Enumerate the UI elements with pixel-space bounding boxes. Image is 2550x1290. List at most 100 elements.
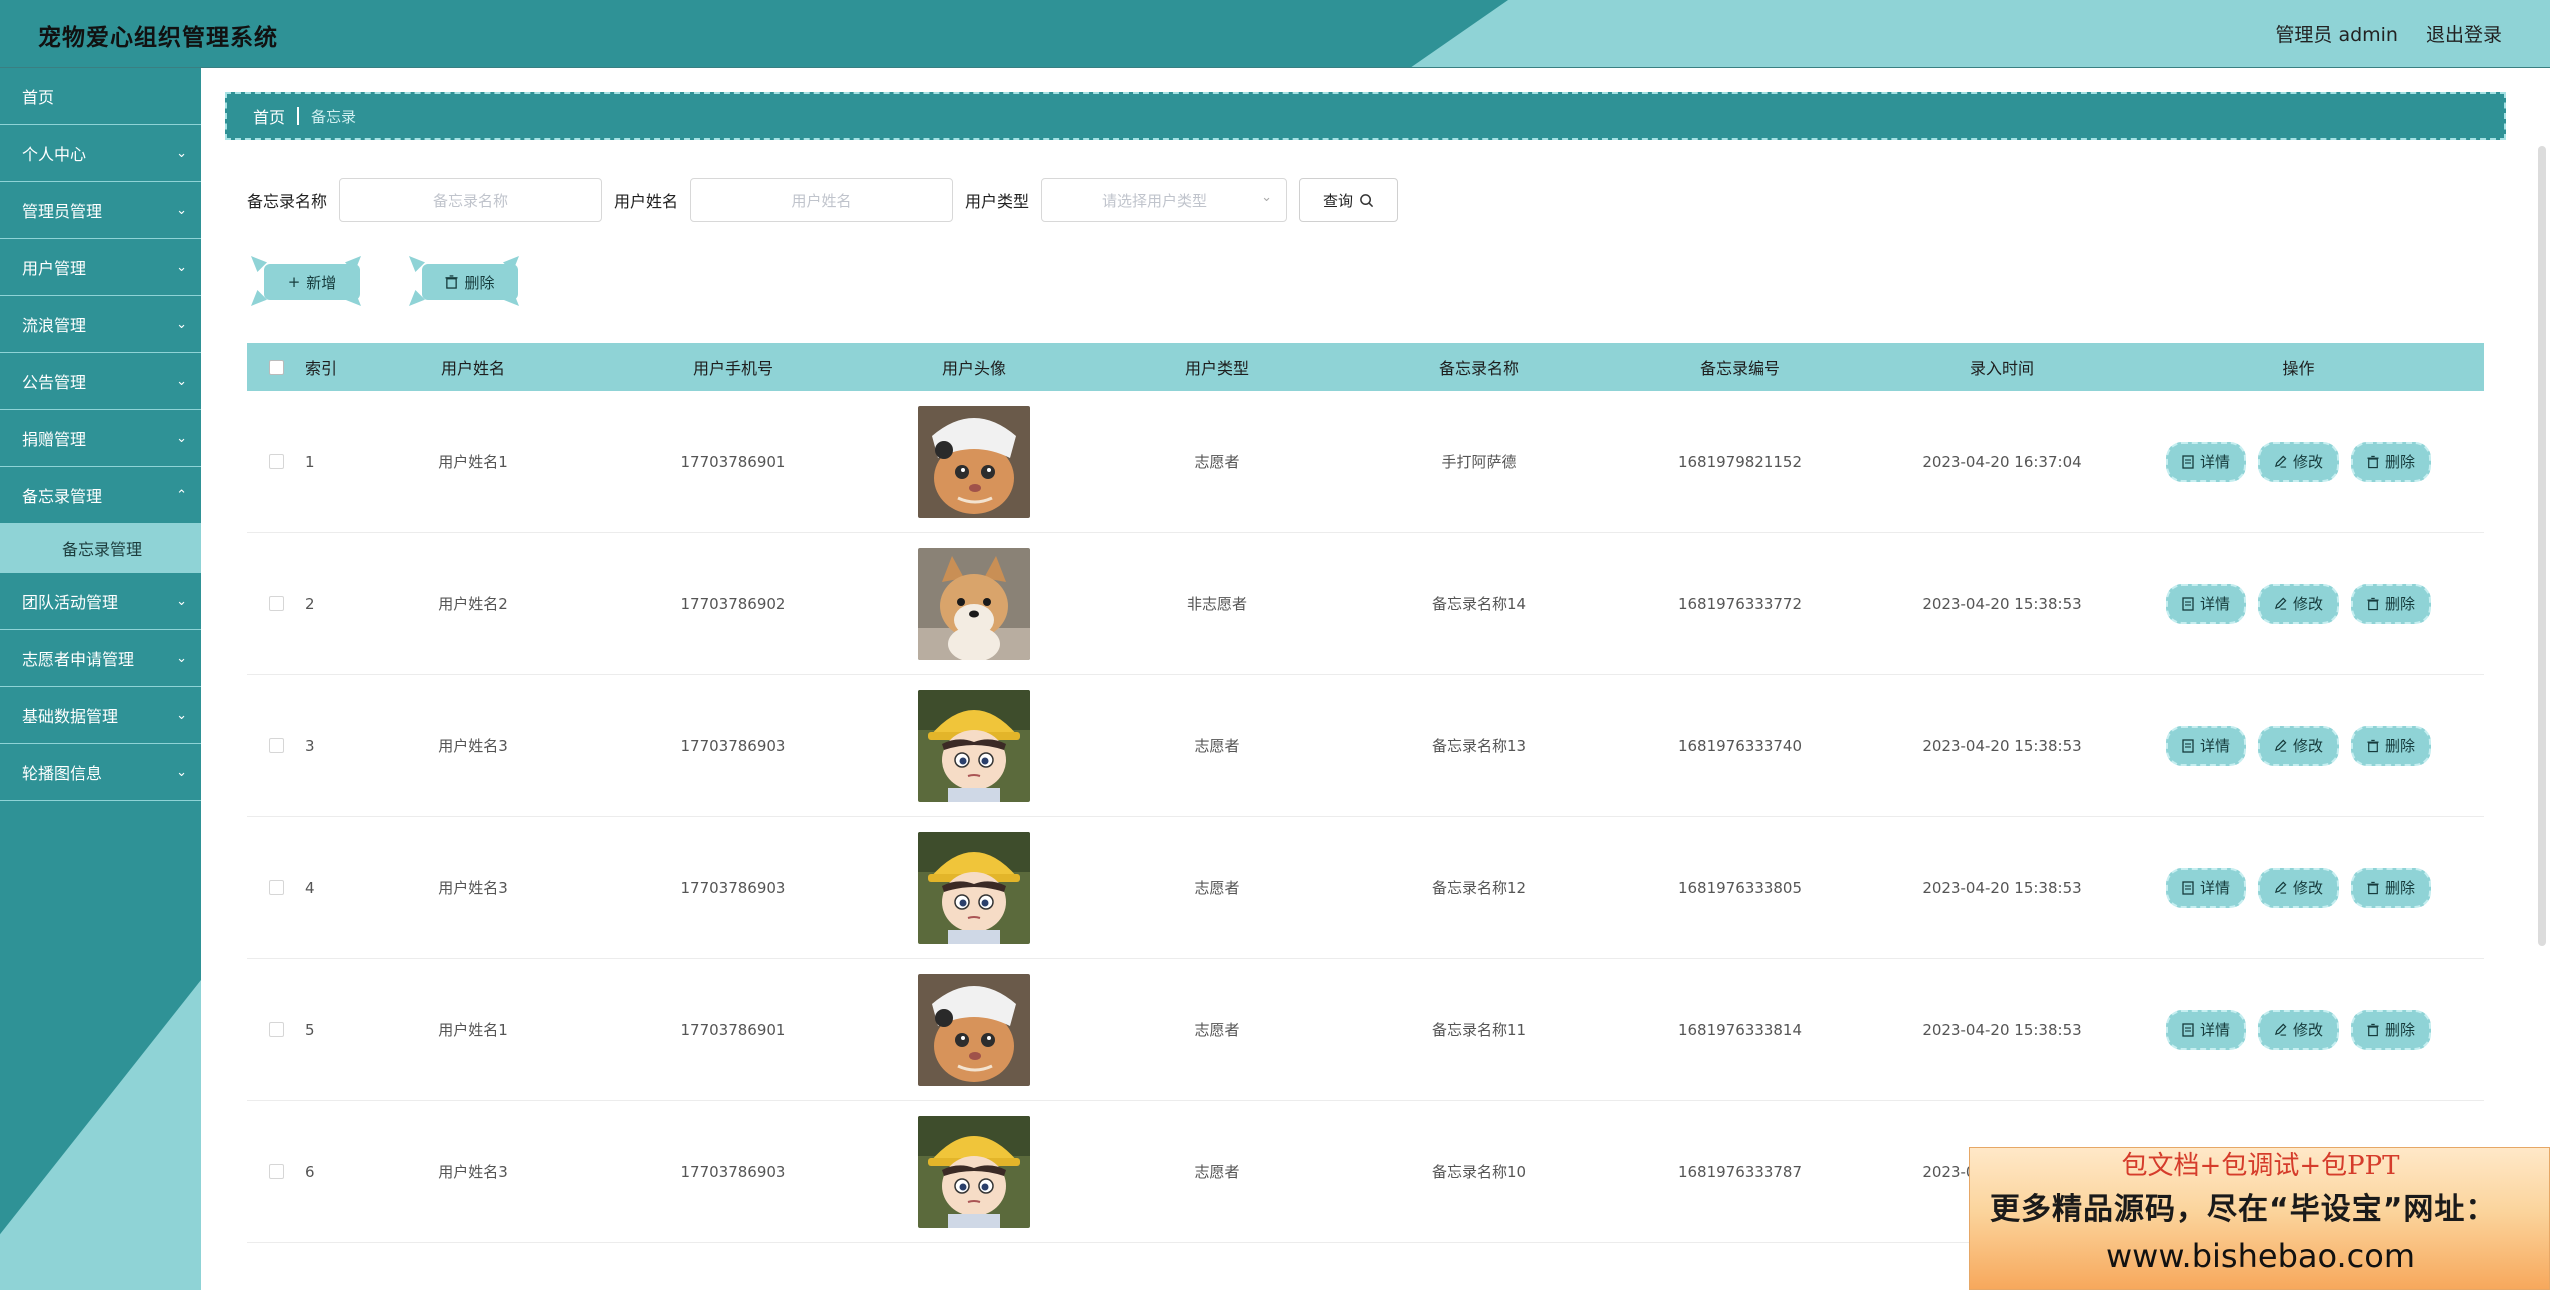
sidebar-item-carousel[interactable]: 轮播图信息 ⌄: [0, 744, 201, 801]
row-checkbox[interactable]: [268, 1022, 284, 1037]
logout-link[interactable]: 退出登录: [2426, 20, 2502, 47]
delete-button[interactable]: 删除: [2351, 867, 2432, 908]
cat-icon: [918, 973, 1030, 1086]
detail-button[interactable]: 详情: [2165, 441, 2246, 482]
breadcrumb: 首页 备忘录: [225, 92, 2506, 140]
cell-memo-no: 1681976333772: [1677, 594, 1803, 613]
dog-icon: [918, 547, 1030, 660]
cell-user-name: 用户姓名3: [438, 879, 508, 897]
table-row: 3 用户姓名3 17703786903 志愿者 备忘录名称13 1681976333740…: [247, 675, 2484, 817]
promo-line-3: www.bishebao.com: [2105, 1237, 2416, 1275]
current-user: 管理员 admin: [2275, 24, 2398, 46]
cell-memo-no: 1681979821152: [1677, 452, 1803, 471]
search-icon: [1360, 193, 1374, 207]
document-icon: [2182, 454, 2194, 469]
sidebar-item-donations[interactable]: 捐赠管理 ⌄: [0, 410, 201, 467]
promo-line-1: 包文档+包调试+包PPT: [2121, 1151, 2400, 1181]
sidebar-item-admins[interactable]: 管理员管理 ⌄: [0, 182, 201, 239]
action-bar: + 新增 删除: [249, 256, 519, 306]
cell-index: 3: [305, 736, 315, 755]
row-checkbox[interactable]: [268, 880, 284, 895]
sidebar: 首页 个人中心 ⌄ 管理员管理 ⌄ 用户管理 ⌄ 流浪管理 ⌄ 公告管理 ⌄ 捐赠管理 ⌄ …: [0, 68, 201, 1290]
edit-button[interactable]: 修改: [2257, 583, 2339, 624]
cell-memo-no: 1681976333805: [1677, 878, 1803, 897]
cell-phone: 17703786903: [680, 736, 786, 755]
row-checkbox[interactable]: [268, 1164, 284, 1179]
trash-icon: [2367, 597, 2379, 610]
detail-button[interactable]: 详情: [2165, 725, 2246, 766]
chevron-down-icon: ⌄: [176, 650, 187, 666]
sidebar-item-base-data[interactable]: 基础数据管理 ⌄: [0, 687, 201, 744]
document-icon: [2182, 880, 2194, 895]
detail-button[interactable]: 详情: [2165, 867, 2246, 908]
document-icon: [2182, 1022, 2194, 1037]
sidebar-subitem-memo-management[interactable]: 备忘录管理: [0, 524, 201, 573]
cell-user-type: 志愿者: [1194, 453, 1240, 471]
sidebar-item-memos[interactable]: 备忘录管理 ⌃: [0, 467, 201, 524]
search-bar: 备忘录名称 备忘录名称 用户姓名 用户姓名 用户类型 请选择用户类型 ⌄ 查询: [247, 178, 1399, 222]
cell-phone: 17703786901: [680, 1020, 786, 1039]
scrollbar[interactable]: [2538, 146, 2546, 946]
memo-table: 索引 用户姓名 用户手机号 用户头像 用户类型 备忘录名称 备忘录编号 录入时间…: [247, 343, 2484, 1243]
batch-delete-button[interactable]: 删除: [407, 256, 519, 306]
promo-banner[interactable]: 包文档+包调试+包PPT 更多精品源码，尽在“毕设宝”网址： www.bishe…: [1969, 1147, 2550, 1290]
pencil-icon: [2274, 881, 2287, 894]
edit-button[interactable]: 修改: [2257, 1009, 2339, 1050]
edit-button[interactable]: 修改: [2257, 867, 2339, 908]
cell-time: 2023-04-20 15:38:53: [1922, 878, 2082, 897]
user-type-select[interactable]: 请选择用户类型 ⌄: [1041, 178, 1288, 222]
add-button[interactable]: + 新增: [249, 256, 361, 306]
trash-icon: [2367, 739, 2379, 752]
sidebar-item-profile[interactable]: 个人中心 ⌄: [0, 125, 201, 182]
chevron-down-icon: ⌄: [176, 764, 187, 780]
detail-button[interactable]: 详情: [2165, 1009, 2246, 1050]
sidebar-item-strays[interactable]: 流浪管理 ⌄: [0, 296, 201, 353]
cell-memo-no: 1681976333740: [1677, 736, 1803, 755]
chevron-down-icon: ⌄: [176, 259, 187, 275]
row-checkbox[interactable]: [268, 738, 284, 753]
delete-button[interactable]: 删除: [2351, 1009, 2432, 1050]
row-checkbox[interactable]: [268, 454, 284, 469]
cell-user-type: 非志愿者: [1186, 595, 1247, 613]
select-all-checkbox[interactable]: [268, 359, 284, 375]
sidebar-item-volunteer-applications[interactable]: 志愿者申请管理 ⌄: [0, 630, 201, 687]
table-row: 2 用户姓名2 17703786902 非志愿者 备忘录名称14 168197633377…: [247, 533, 2484, 675]
main-content: 首页 备忘录 备忘录名称 备忘录名称 用户姓名 用户姓名 用户类型 请选择用户类…: [201, 68, 2550, 1290]
table-row: 5 用户姓名1 17703786901 志愿者 备忘录名称11 1681976333814…: [247, 959, 2484, 1101]
delete-button[interactable]: 删除: [2351, 725, 2432, 766]
breadcrumb-home[interactable]: 首页: [253, 104, 285, 128]
cat-icon: [918, 405, 1030, 518]
header-user-name: 用户姓名: [440, 359, 505, 378]
chevron-down-icon: ⌄: [176, 373, 187, 389]
cell-phone: 17703786901: [680, 452, 786, 471]
breadcrumb-separator: [297, 107, 300, 125]
header-phone: 用户手机号: [692, 359, 773, 378]
table-body: 1 用户姓名1 17703786901 志愿者 手打阿萨德 1681979821152 20…: [247, 391, 2484, 1243]
header-right: 管理员 admin 退出登录: [2275, 20, 2502, 47]
sidebar-item-users[interactable]: 用户管理 ⌄: [0, 239, 201, 296]
sidebar-item-home[interactable]: 首页: [0, 68, 201, 125]
sidebar-item-notices[interactable]: 公告管理 ⌄: [0, 353, 201, 410]
cartoon-boy-icon: [918, 689, 1030, 802]
user-type-label: 用户类型: [965, 192, 1030, 211]
query-button[interactable]: 查询: [1299, 178, 1399, 222]
memo-name-label: 备忘录名称: [247, 192, 328, 211]
detail-button[interactable]: 详情: [2165, 583, 2246, 624]
cell-user-name: 用户姓名1: [438, 1021, 508, 1039]
pencil-icon: [2274, 1023, 2287, 1036]
memo-name-input[interactable]: 备忘录名称: [339, 178, 603, 222]
cell-memo-name: 备忘录名称14: [1431, 595, 1527, 613]
sidebar-menu: 首页 个人中心 ⌄ 管理员管理 ⌄ 用户管理 ⌄ 流浪管理 ⌄ 公告管理 ⌄ 捐赠管理 ⌄ …: [0, 68, 201, 801]
cell-index: 1: [305, 452, 315, 471]
delete-button[interactable]: 删除: [2351, 441, 2432, 482]
cell-user-type: 志愿者: [1194, 1163, 1240, 1181]
delete-button[interactable]: 删除: [2351, 583, 2432, 624]
pencil-icon: [2274, 455, 2287, 468]
user-name-input[interactable]: 用户姓名: [690, 178, 954, 222]
sidebar-item-team-activities[interactable]: 团队活动管理 ⌄: [0, 573, 201, 630]
row-checkbox[interactable]: [268, 596, 284, 611]
edit-button[interactable]: 修改: [2257, 725, 2339, 766]
plus-icon: +: [287, 273, 301, 291]
edit-button[interactable]: 修改: [2257, 441, 2339, 482]
cell-phone: 17703786902: [680, 594, 786, 613]
